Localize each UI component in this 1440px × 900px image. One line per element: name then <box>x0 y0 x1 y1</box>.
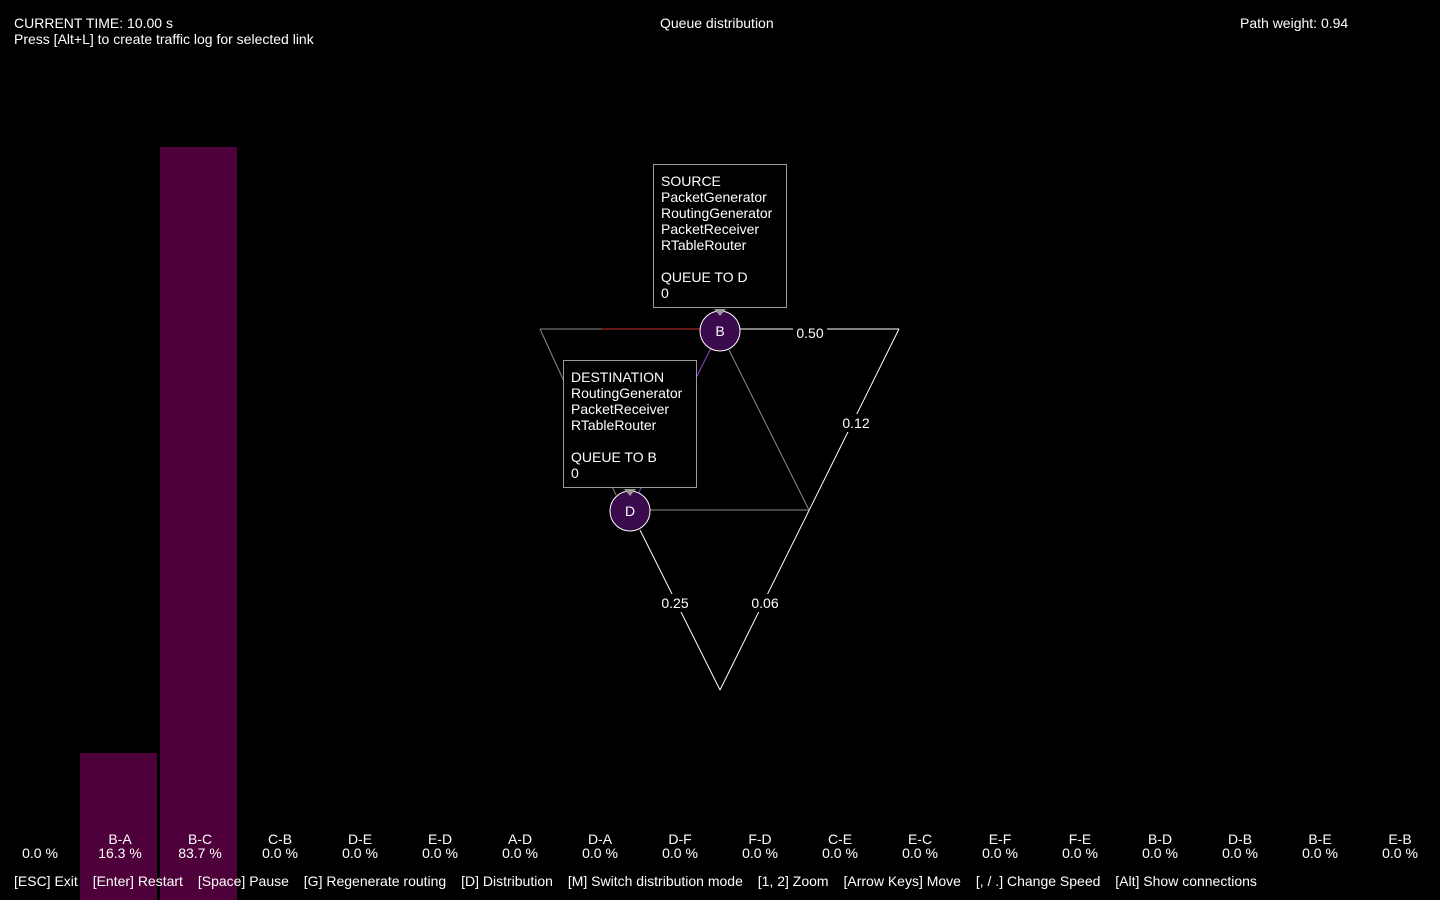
box-line: RoutingGenerator <box>661 205 773 221</box>
edge-weight-label: 0.06 <box>751 595 778 611</box>
node-b-label: B <box>715 323 724 339</box>
edge-weight-label: 0.50 <box>796 325 823 341</box>
source-box-pointer-icon <box>714 309 726 316</box>
box-line: RoutingGenerator <box>571 385 683 401</box>
keyboard-shortcuts-bar: [ESC] Exit [Enter] Restart [Space] Pause… <box>14 873 1268 889</box>
shortcut-distribution[interactable]: [D] Distribution <box>461 873 553 889</box>
destination-info-box: DESTINATION RoutingGenerator PacketRecei… <box>563 360 697 488</box>
edge-b-mid <box>728 349 810 511</box>
box-line: RTableRouter <box>661 237 747 253</box>
box-line: PacketReceiver <box>571 401 670 417</box>
box-line: 0 <box>661 285 669 301</box>
shortcut-pause[interactable]: [Space] Pause <box>198 873 289 889</box>
shortcut-switch-mode[interactable]: [M] Switch distribution mode <box>568 873 743 889</box>
node-d-label: D <box>625 503 635 519</box>
destination-box-pointer-icon <box>624 489 636 496</box>
box-line <box>571 433 689 449</box>
shortcut-move[interactable]: [Arrow Keys] Move <box>843 873 960 889</box>
box-line: QUEUE TO D <box>661 269 748 285</box>
box-line <box>661 253 779 269</box>
box-line: RTableRouter <box>571 417 657 433</box>
source-info-box: SOURCE PacketGenerator RoutingGenerator … <box>653 164 787 308</box>
shortcut-zoom[interactable]: [1, 2] Zoom <box>758 873 829 889</box>
box-line: QUEUE TO B <box>571 449 657 465</box>
box-line: DESTINATION <box>571 369 665 385</box>
shortcut-change-speed[interactable]: [, / .] Change Speed <box>976 873 1101 889</box>
box-line: PacketGenerator <box>661 189 767 205</box>
network-graph[interactable]: B D 0.50 0.12 0.25 0.06 <box>0 0 1440 900</box>
shortcut-regenerate-routing[interactable]: [G] Regenerate routing <box>304 873 446 889</box>
edge-weight-label: 0.12 <box>842 415 869 431</box>
shortcut-show-connections[interactable]: [Alt] Show connections <box>1115 873 1257 889</box>
shortcut-exit[interactable]: [ESC] Exit <box>14 873 78 889</box>
box-line: PacketReceiver <box>661 221 760 237</box>
shortcut-restart[interactable]: [Enter] Restart <box>93 873 183 889</box>
box-line: 0 <box>571 465 579 481</box>
box-line: SOURCE <box>661 173 721 189</box>
edge-weight-label: 0.25 <box>661 595 688 611</box>
